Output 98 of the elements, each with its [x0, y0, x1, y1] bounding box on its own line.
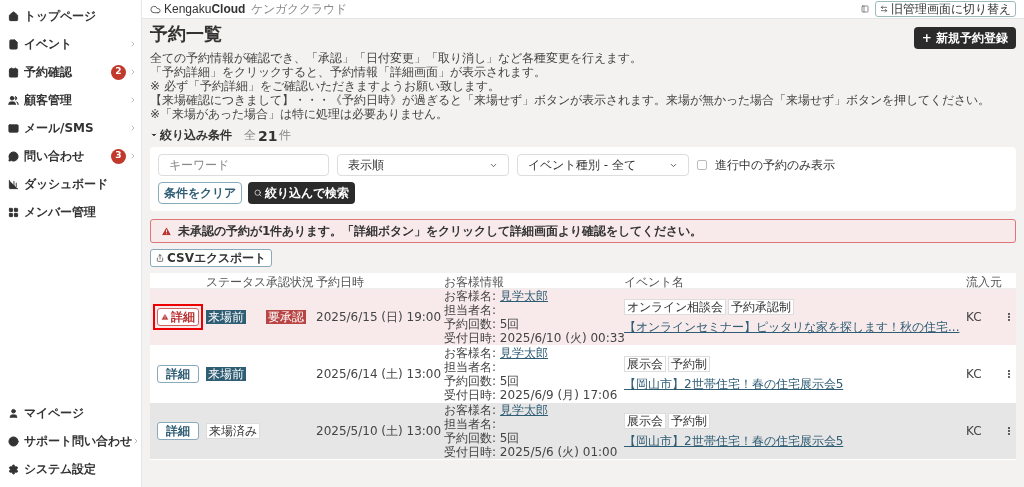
description-text: ※「来場があった場合」は特に処理は必要ありません。 — [150, 107, 450, 121]
nav-icon — [8, 463, 19, 475]
event-tag: 展示会 — [624, 355, 666, 372]
event-link[interactable]: 【岡山市】2世帯住宅！春の住宅展示会5 — [624, 431, 844, 450]
warning-icon — [161, 313, 169, 321]
search-icon — [254, 189, 262, 197]
warning-icon — [161, 225, 172, 237]
description-text: 「予約詳細」をクリックすると、予約情報「詳細画面」が表示されます。 — [150, 65, 547, 79]
nav-icon — [8, 150, 19, 162]
sidebar-item[interactable]: トップページ — [0, 2, 141, 30]
staff-text: 担当者名: — [444, 303, 498, 317]
sidebar-item[interactable]: ダッシュボード — [0, 170, 141, 198]
nav-icon — [8, 10, 19, 22]
page-title: 予約一覧 — [150, 23, 222, 45]
clear-button[interactable]: 条件をクリア — [158, 182, 242, 204]
reservation-date: 2025/6/14 (土) 13:00 — [316, 366, 443, 383]
count-prefix: 全 — [244, 127, 256, 144]
visits-text: 予約回数: 5回 — [444, 317, 521, 331]
description-text: 全ての予約情報が確認でき、「承認」「日付変更」「取り消し」など各種変更を行えます。 — [150, 51, 643, 65]
detail-button[interactable]: 詳細 — [157, 422, 199, 440]
customer-link[interactable]: 見学太郎 — [500, 403, 549, 417]
event-link[interactable]: 【オンラインセミナー】ピッタリな家を探します！秋の住宅... — [624, 317, 960, 336]
status-badge: 来場前 — [206, 310, 246, 324]
column-header: 予約日時 — [316, 274, 365, 291]
sort-select[interactable]: 表示順 — [337, 154, 509, 176]
event-type-select[interactable]: イベント種別 - 全て — [517, 154, 689, 176]
sidebar-item[interactable]: システム設定 — [0, 455, 141, 483]
filter-toggle[interactable]: 絞り込み条件 — [150, 126, 232, 144]
customer-label: お客様名: — [444, 289, 497, 303]
customer-link[interactable]: 見学太郎 — [500, 346, 549, 360]
received-text: 受付日時: 2025/6/10 (火) 00:33 — [444, 331, 624, 345]
switch-icon — [880, 5, 888, 13]
sidebar-item[interactable]: 予約確認 2 — [0, 58, 141, 86]
detail-button[interactable]: 詳細 — [157, 365, 199, 383]
count-suffix: 件 — [279, 127, 292, 144]
sidebar-item[interactable]: イベント — [0, 30, 141, 58]
approval-badge: 要承認 — [266, 310, 306, 324]
nav-icon — [8, 122, 19, 134]
event-tag: オンライン相談会 — [624, 298, 726, 315]
description-text: ※ 必ず「予約詳細」をご確認いただきますようお願い致します。 — [150, 79, 501, 93]
received-text: 受付日時: 2025/6/9 (月) 17:06 — [444, 388, 619, 402]
sidebar-item[interactable]: メール/SMS — [0, 114, 141, 142]
event-tag: 予約制 — [668, 355, 710, 372]
sidebar-item[interactable]: マイページ — [0, 399, 141, 427]
column-header: お客様情報 — [444, 274, 505, 290]
source-text: KC — [966, 366, 983, 383]
source-text: KC — [966, 423, 983, 440]
column-header: 流入元 — [966, 274, 1003, 291]
received-text: 受付日時: 2025/5/6 (火) 01:00 — [444, 445, 619, 459]
nav-icon — [8, 407, 19, 419]
event-tag: 予約制 — [668, 412, 710, 429]
logo-text: KengakuCloud — [164, 1, 246, 18]
nav-icon — [8, 435, 19, 447]
csv-export-button[interactable]: CSVエクスポート — [150, 249, 272, 267]
sidebar-item[interactable]: 問い合わせ 3 — [0, 142, 141, 170]
detail-button[interactable]: 詳細 — [157, 308, 199, 326]
customer-label: お客様名: — [444, 346, 497, 360]
checkbox-label: 進行中の予約のみ表示 — [715, 157, 835, 174]
nav-icon — [8, 94, 19, 106]
column-header: ステータス — [206, 274, 266, 291]
customer-label: お客様名: — [444, 403, 497, 417]
description-text: 【来場確認につきまして】・・・《予約日時》が過ぎると「来場せず」ボタンが表示されます。来場が無かった場合「来場せず」ボタンを押してください。 — [150, 93, 991, 107]
cloud-logo-icon — [150, 3, 161, 15]
source-text: KC — [966, 309, 983, 326]
panel-icon[interactable] — [861, 5, 869, 13]
logo-subtitle: ケンガククラウド — [251, 1, 348, 18]
customer-link[interactable]: 見学太郎 — [500, 289, 549, 303]
nav-icon — [8, 66, 19, 78]
visits-text: 予約回数: 5回 — [444, 374, 521, 388]
caret-icon — [150, 131, 158, 139]
reservation-date: 2025/6/15 (日) 19:00 — [316, 309, 443, 326]
nav-icon — [8, 206, 19, 218]
keyword-field[interactable]: キーワード — [158, 154, 329, 176]
event-tag: 展示会 — [624, 412, 666, 429]
count-badge: 3 — [111, 148, 126, 164]
column-header: イベント名 — [624, 274, 685, 291]
new-reservation-button[interactable]: + 新規予約登録 — [913, 27, 1016, 49]
switch-button[interactable]: 旧管理画面に切り替え — [875, 1, 1016, 17]
reservation-date: 2025/5/10 (土) 13:00 — [316, 423, 443, 440]
status-badge: 来場済み — [206, 423, 260, 439]
event-tag: 予約承認制 — [728, 298, 794, 315]
sidebar-item[interactable]: メンバー管理 — [0, 198, 141, 226]
visits-text: 予約回数: 5回 — [444, 431, 521, 445]
event-link[interactable]: 【岡山市】2世帯住宅！春の住宅展示会5 — [624, 374, 844, 393]
nav-icon — [8, 178, 19, 190]
column-header: 承認状況 — [266, 274, 315, 291]
count-badge: 2 — [111, 64, 126, 80]
nav-icon — [8, 38, 19, 50]
export-icon — [156, 254, 164, 262]
search-button[interactable]: 絞り込んで検索 — [248, 182, 355, 204]
in-progress-checkbox[interactable] — [697, 160, 707, 170]
sidebar-item[interactable]: サポート問い合わせ — [0, 427, 141, 455]
status-badge: 来場前 — [206, 367, 246, 381]
total-count: 21 — [258, 128, 278, 144]
alert-text: 未承認の予約が1件あります。「詳細ボタン」をクリックして詳細画面より確認をしてください。 — [178, 223, 703, 240]
sidebar-item[interactable]: 顧客管理 — [0, 86, 141, 114]
staff-text: 担当者名: — [444, 360, 498, 374]
staff-text: 担当者名: — [444, 417, 498, 431]
